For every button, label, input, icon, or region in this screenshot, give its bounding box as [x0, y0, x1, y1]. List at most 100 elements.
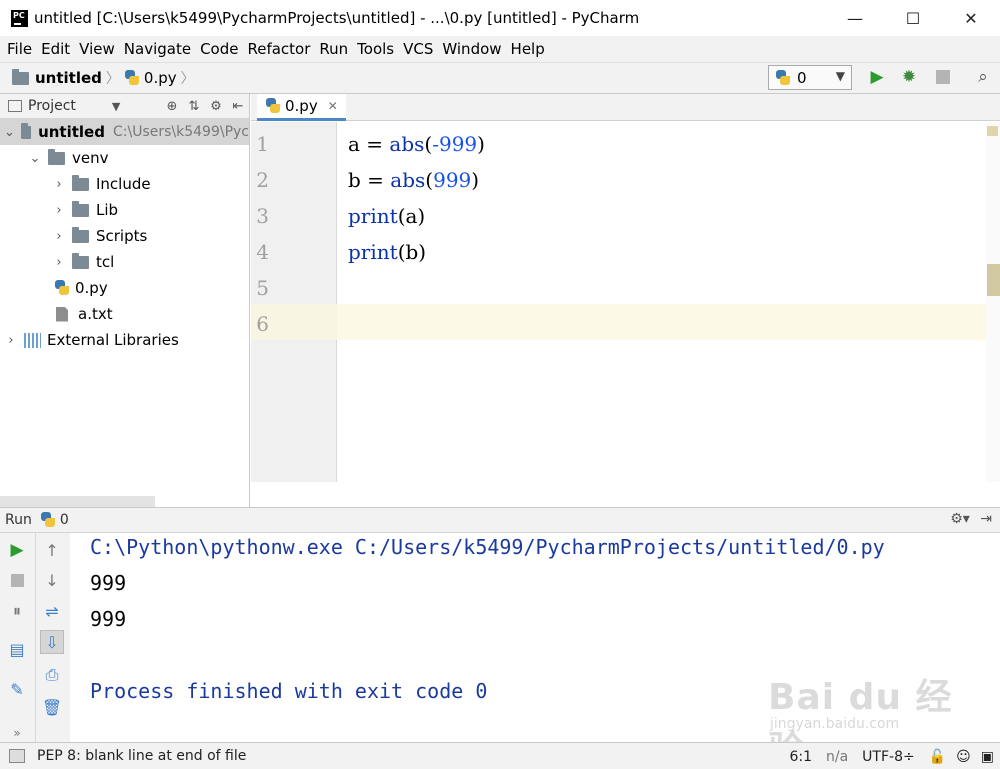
gear-icon[interactable]: ⚙▾	[950, 511, 970, 527]
line-number: 4	[256, 240, 269, 264]
inspection-status-icon[interactable]	[987, 126, 998, 136]
tree-item-scripts[interactable]: › Scripts	[0, 223, 249, 249]
breadcrumb-project[interactable]: untitled	[35, 69, 102, 87]
tree-item-label: Include	[96, 175, 151, 193]
code-token-builtin: print	[348, 240, 398, 264]
stop-icon	[936, 70, 950, 84]
tree-item-label: tcl	[96, 253, 115, 271]
error-stripe[interactable]	[986, 122, 1000, 482]
project-panel-actions: ⊕ ⇅ ⚙ ⇤	[161, 94, 249, 119]
tab-0py[interactable]: 0.py ✕	[257, 94, 346, 121]
pause-icon[interactable]: ⏸	[5, 599, 29, 623]
line-number: 5	[256, 276, 269, 300]
maximize-button[interactable]: ☐	[884, 0, 942, 36]
horizontal-scrollbar[interactable]	[0, 496, 155, 507]
menu-navigate[interactable]: Navigate	[121, 40, 194, 58]
restore-layout-icon[interactable]: ▤	[5, 637, 29, 661]
tree-item-label: venv	[72, 149, 109, 167]
soft-wrap-icon[interactable]: ⇌	[40, 599, 64, 623]
run-config-select[interactable]: 0 ▼	[768, 65, 852, 90]
trash-icon[interactable]: 🗑	[40, 695, 64, 719]
chevron-right-icon[interactable]: ›	[52, 255, 66, 270]
stop-icon	[10, 573, 24, 587]
chevron-down-icon[interactable]: ▼	[112, 100, 120, 113]
tool-windows-icon[interactable]	[9, 749, 25, 763]
menu-tools[interactable]: Tools	[354, 40, 397, 58]
minimize-button[interactable]: —	[826, 0, 884, 36]
line-separator[interactable]: n/a	[826, 749, 848, 765]
menu-run[interactable]: Run	[316, 40, 351, 58]
gear-icon[interactable]: ⚙	[205, 99, 227, 114]
tree-item-include[interactable]: › Include	[0, 171, 249, 197]
chevron-down-icon: ▼	[835, 69, 845, 83]
file-encoding[interactable]: UTF-8÷	[862, 749, 915, 765]
folder-icon	[72, 200, 89, 217]
menu-file[interactable]: File	[4, 40, 35, 58]
tree-item-atxt[interactable]: a.txt	[0, 301, 249, 327]
menu-help[interactable]: Help	[508, 40, 548, 58]
run-config-tab[interactable]: 0	[60, 512, 69, 528]
project-panel-title[interactable]: Project	[28, 98, 76, 114]
locate-target-icon[interactable]: ⊕	[161, 99, 183, 114]
scrollbar-thumb[interactable]	[987, 264, 1000, 296]
tree-item-label: External Libraries	[47, 331, 179, 349]
rerun-button[interactable]: ▶	[5, 538, 29, 562]
stop-button[interactable]	[5, 568, 29, 592]
folder-icon	[12, 68, 29, 85]
menu-window[interactable]: Window	[439, 40, 504, 58]
console-line: 999	[90, 571, 127, 595]
chevron-right-icon[interactable]: ›	[52, 203, 66, 218]
inspector-icon[interactable]: ☺	[956, 749, 971, 765]
console-output[interactable]: C:\Python\pythonw.exe C:/Users/k5499/Pyc…	[70, 533, 1000, 742]
arrow-down-icon[interactable]: ↓	[40, 568, 64, 592]
chevron-right-icon: 〉	[180, 71, 195, 87]
code-line: print(b)	[348, 240, 426, 264]
tree-item-lib[interactable]: › Lib	[0, 197, 249, 223]
code-editor[interactable]: 1 2 3 4 5 6 a = abs(-999) b = abs(999) p…	[251, 122, 1000, 482]
stop-button[interactable]	[932, 66, 954, 88]
tree-item-0py[interactable]: 0.py	[0, 275, 249, 301]
menu-code[interactable]: Code	[197, 40, 241, 58]
menu-vcs[interactable]: VCS	[400, 40, 436, 58]
arrow-up-icon[interactable]: ↑	[40, 538, 64, 562]
close-icon[interactable]: ✕	[328, 99, 338, 113]
event-log-icon[interactable]: ▣	[981, 749, 994, 765]
menu-view[interactable]: View	[76, 40, 118, 58]
line-number: 2	[256, 168, 269, 192]
hide-panel-icon[interactable]: ⇥	[980, 511, 992, 527]
breadcrumb-file[interactable]: 0.py	[144, 69, 177, 87]
line-number: 6	[256, 312, 269, 336]
hide-panel-icon[interactable]: ⇤	[227, 99, 249, 114]
collapse-all-icon[interactable]: ⇅	[183, 99, 205, 114]
tree-item-untitled[interactable]: ⌄ untitled C:\Users\k5499\Pyc	[0, 119, 249, 145]
debug-bug-icon[interactable]: ✹	[898, 66, 920, 88]
chevron-down-icon[interactable]: ⌄	[4, 125, 15, 140]
chevron-right-icon[interactable]: ›	[52, 177, 66, 192]
project-view-icon	[8, 100, 22, 112]
code-token-number: -999	[432, 132, 478, 156]
run-toolbar: ▶ ⏸ ▤ ✎ » ↑ ↓ ⇌ ⇩ ⎙ 🗑	[0, 533, 70, 742]
run-panel-actions: ⚙▾ ⇥	[950, 511, 992, 527]
chevron-down-icon[interactable]: ⌄	[28, 151, 42, 166]
caret-position[interactable]: 6:1	[789, 749, 812, 765]
close-button[interactable]: ✕	[942, 0, 1000, 36]
tree-item-external-libraries[interactable]: › External Libraries	[0, 327, 249, 353]
menu-refactor[interactable]: Refactor	[244, 40, 313, 58]
pin-icon[interactable]: ✎	[5, 677, 29, 701]
scroll-to-end-icon[interactable]: ⇩	[40, 630, 64, 654]
run-panel-title[interactable]: Run	[5, 512, 32, 528]
search-icon[interactable]: ⌕	[972, 66, 994, 88]
code-line: b = abs(999)	[348, 168, 479, 192]
menu-edit[interactable]: Edit	[38, 40, 73, 58]
lock-icon[interactable]: 🔓	[929, 749, 946, 765]
tree-item-venv[interactable]: ⌄ venv	[0, 145, 249, 171]
chevron-right-icon[interactable]: ›	[4, 333, 18, 348]
tab-label: 0.py	[285, 97, 318, 115]
tree-item-label: Scripts	[96, 227, 148, 245]
chevron-right-icon: 〉	[105, 71, 120, 87]
run-button[interactable]: ▶	[866, 66, 888, 88]
console-line: Process finished with exit code 0	[90, 679, 488, 703]
tree-item-tcl[interactable]: › tcl	[0, 249, 249, 275]
chevron-right-icon[interactable]: ›	[52, 229, 66, 244]
print-icon[interactable]: ⎙	[40, 663, 64, 687]
